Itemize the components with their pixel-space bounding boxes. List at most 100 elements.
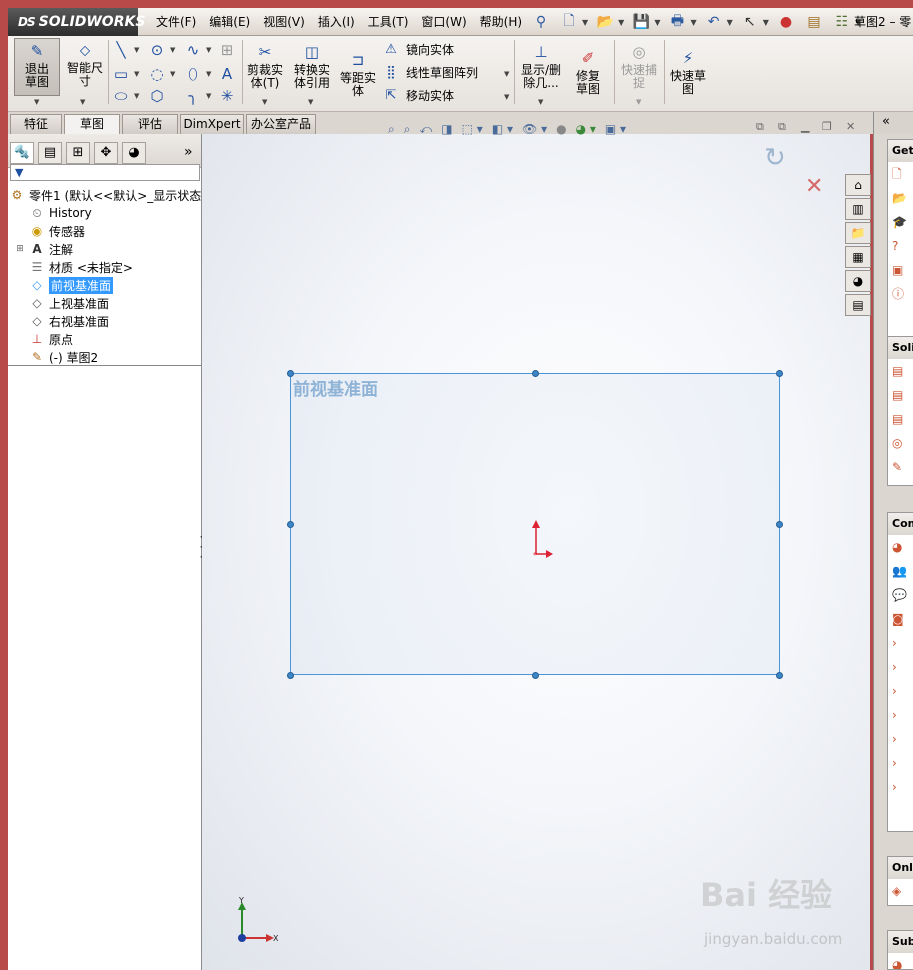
plane-handle[interactable] bbox=[776, 370, 783, 377]
plane-handle[interactable] bbox=[532, 370, 539, 377]
plane-handle[interactable] bbox=[287, 521, 294, 528]
menu-edit[interactable]: 编辑(E) bbox=[209, 8, 250, 36]
ellipse-icon[interactable]: ⬯ bbox=[182, 64, 204, 84]
folder-icon[interactable]: 📂 bbox=[888, 186, 913, 210]
menu-view[interactable]: 视图(V) bbox=[263, 8, 305, 36]
tree-item-front-plane[interactable]: ◇ 前视基准面 bbox=[8, 276, 202, 294]
exit-sketch-dropdown[interactable]: ▼ bbox=[34, 98, 39, 106]
community-icon[interactable]: ◕ bbox=[888, 535, 913, 559]
menu-tools[interactable]: 工具(T) bbox=[368, 8, 409, 36]
viewport-split-icon[interactable]: ⧉ bbox=[756, 120, 764, 134]
task-pane-collapse-button[interactable]: « bbox=[874, 112, 913, 134]
view-orientation-icon[interactable]: ⬚ ▾ bbox=[462, 122, 483, 136]
design-library-icon[interactable]: ▥ bbox=[845, 198, 871, 220]
plane-handle[interactable] bbox=[776, 521, 783, 528]
online-icon[interactable]: ◈ bbox=[888, 879, 913, 903]
edit-appearance-icon[interactable]: ● bbox=[556, 122, 566, 136]
tree-item-right-plane[interactable]: ◇ 右视基准面 bbox=[8, 312, 202, 330]
viewport-split2-icon[interactable]: ⧉ bbox=[778, 120, 786, 134]
file-properties-icon[interactable]: ▤ bbox=[803, 12, 825, 32]
tutorial-icon[interactable]: 🎓 bbox=[888, 210, 913, 234]
options-icon[interactable]: ☷ bbox=[831, 12, 853, 32]
select-arrow-icon[interactable]: ↖ bbox=[739, 12, 761, 32]
users-icon[interactable]: 👥 bbox=[888, 559, 913, 583]
subscription-icon[interactable]: ◕ bbox=[888, 953, 913, 969]
feature-tree-icon[interactable]: 🔩 bbox=[10, 142, 34, 164]
previous-view-icon[interactable]: ⤺ bbox=[419, 122, 432, 137]
linear-pattern-button[interactable]: ⣿ 线性草图阵列 bbox=[382, 64, 478, 81]
file-explorer-icon[interactable]: 📁 bbox=[845, 222, 871, 244]
menu-file[interactable]: 文件(F) bbox=[156, 8, 196, 36]
menu-window[interactable]: 窗口(W) bbox=[421, 8, 466, 36]
discussion-icon[interactable]: 💬 bbox=[888, 583, 913, 607]
rebuild-traffic-light-icon[interactable]: ● bbox=[775, 12, 797, 32]
quick-snaps-button[interactable]: ◎ 快速捕捉 bbox=[616, 42, 662, 90]
open-folder-icon[interactable]: 📂 bbox=[594, 12, 616, 32]
resource-icon[interactable]: ◎ bbox=[888, 431, 913, 455]
display-manager-icon[interactable]: ◕ bbox=[122, 142, 146, 164]
tree-root[interactable]: ⚙ 零件1 (默认<<默认>_显示状态 bbox=[8, 186, 202, 204]
view-settings-icon[interactable]: ▣ ▾ bbox=[605, 122, 626, 136]
resource-icon[interactable]: ▤ bbox=[888, 407, 913, 431]
solidworks-logo[interactable]: DS SOLIDWORKS bbox=[8, 8, 145, 36]
point-icon[interactable]: ✳ bbox=[216, 86, 238, 106]
print-icon[interactable]: 🖶 bbox=[666, 12, 688, 32]
display-style-icon[interactable]: ◧ ▾ bbox=[492, 122, 513, 136]
hide-show-items-icon[interactable]: 👁 ▾ bbox=[522, 122, 547, 136]
move-entities-button[interactable]: ⇱ 移动实体 bbox=[382, 87, 454, 104]
resource-icon[interactable]: ✎ bbox=[888, 455, 913, 479]
tree-item-history[interactable]: ⏲ History bbox=[8, 204, 202, 222]
tree-item-material[interactable]: ☰ 材质 <未指定> bbox=[8, 258, 202, 276]
tree-item-top-plane[interactable]: ◇ 上视基准面 bbox=[8, 294, 202, 312]
doc-icon[interactable]: 🗋 bbox=[888, 162, 913, 186]
mirror-entities-button[interactable]: ⚠ 镜向实体 bbox=[382, 41, 454, 58]
pin-icon[interactable]: ⚲ bbox=[530, 12, 552, 32]
appearances-icon[interactable]: ◕ bbox=[845, 270, 871, 292]
plane-handle[interactable] bbox=[776, 672, 783, 679]
smart-dim-dropdown[interactable]: ▼ bbox=[80, 98, 85, 106]
tab-evaluate[interactable]: 评估 bbox=[122, 114, 178, 134]
tab-sketch[interactable]: 草图 bbox=[64, 114, 120, 135]
smart-dimension-button[interactable]: ⬦ 智能尺寸 bbox=[64, 40, 106, 88]
repair-sketch-button[interactable]: ✐ 修复草图 bbox=[566, 48, 610, 96]
property-manager-icon[interactable]: ▤ bbox=[38, 142, 62, 164]
trim-entities-button[interactable]: ✂ 剪裁实体(T) bbox=[244, 42, 286, 90]
plane-handle[interactable] bbox=[287, 370, 294, 377]
resource-icon[interactable]: ▤ bbox=[888, 383, 913, 407]
custom-properties-icon[interactable]: ▤ bbox=[845, 294, 871, 316]
configuration-manager-icon[interactable]: ⊞ bbox=[66, 142, 90, 164]
rapid-sketch-button[interactable]: ⚡ 快速草图 bbox=[666, 48, 710, 96]
feature-filter-input[interactable]: ▼ bbox=[10, 164, 200, 181]
tab-dimxpert[interactable]: DimXpert bbox=[180, 114, 244, 134]
display-delete-relations-button[interactable]: ⊥ 显示/删除几... bbox=[518, 42, 564, 90]
view-palette-icon[interactable]: ▦ bbox=[845, 246, 871, 268]
convert-entities-button[interactable]: ◫ 转换实体引用 bbox=[290, 42, 334, 90]
expand-panel-icon[interactable]: » bbox=[184, 144, 193, 160]
rectangle-icon[interactable]: ▭ bbox=[110, 64, 132, 84]
plane-handle[interactable] bbox=[532, 672, 539, 679]
save-icon[interactable]: 💾 bbox=[630, 12, 652, 32]
grid-icon[interactable]: ⊞ bbox=[216, 40, 238, 60]
close-document-icon[interactable]: ✕ bbox=[846, 120, 855, 133]
menu-insert[interactable]: 插入(I) bbox=[318, 8, 355, 36]
restore-icon[interactable]: ❐ bbox=[822, 120, 832, 133]
fillet-icon[interactable]: ╮ bbox=[182, 86, 204, 106]
tree-item-sensors[interactable]: ◉ 传感器 bbox=[8, 222, 202, 240]
info-icon[interactable]: ⓘ bbox=[888, 282, 913, 306]
rss-icon[interactable]: ◙ bbox=[888, 607, 913, 631]
zoom-area-icon[interactable]: ⌕ bbox=[404, 122, 411, 137]
menu-help[interactable]: 帮助(H) bbox=[480, 8, 522, 36]
zoom-to-fit-icon[interactable]: ⌕ bbox=[388, 122, 395, 137]
minimize-icon[interactable]: ▁ bbox=[801, 120, 809, 133]
slot-icon[interactable]: ⬭ bbox=[110, 86, 132, 106]
undo-icon[interactable]: ↶ bbox=[703, 12, 725, 32]
tab-office-products[interactable]: 办公室产品 bbox=[246, 114, 316, 134]
new-document-icon[interactable]: 🗋 bbox=[558, 12, 580, 32]
exit-sketch-button[interactable]: ✎ 退出草图 bbox=[14, 38, 60, 96]
tree-item-origin[interactable]: ⊥ 原点 bbox=[8, 330, 202, 348]
box-icon[interactable]: ▣ bbox=[888, 258, 913, 282]
expand-icon[interactable]: ⊞ bbox=[12, 244, 28, 254]
text-icon[interactable]: A bbox=[216, 64, 238, 84]
arc-icon[interactable]: ◌ bbox=[146, 64, 168, 84]
line-icon[interactable]: ╲ bbox=[110, 40, 132, 60]
